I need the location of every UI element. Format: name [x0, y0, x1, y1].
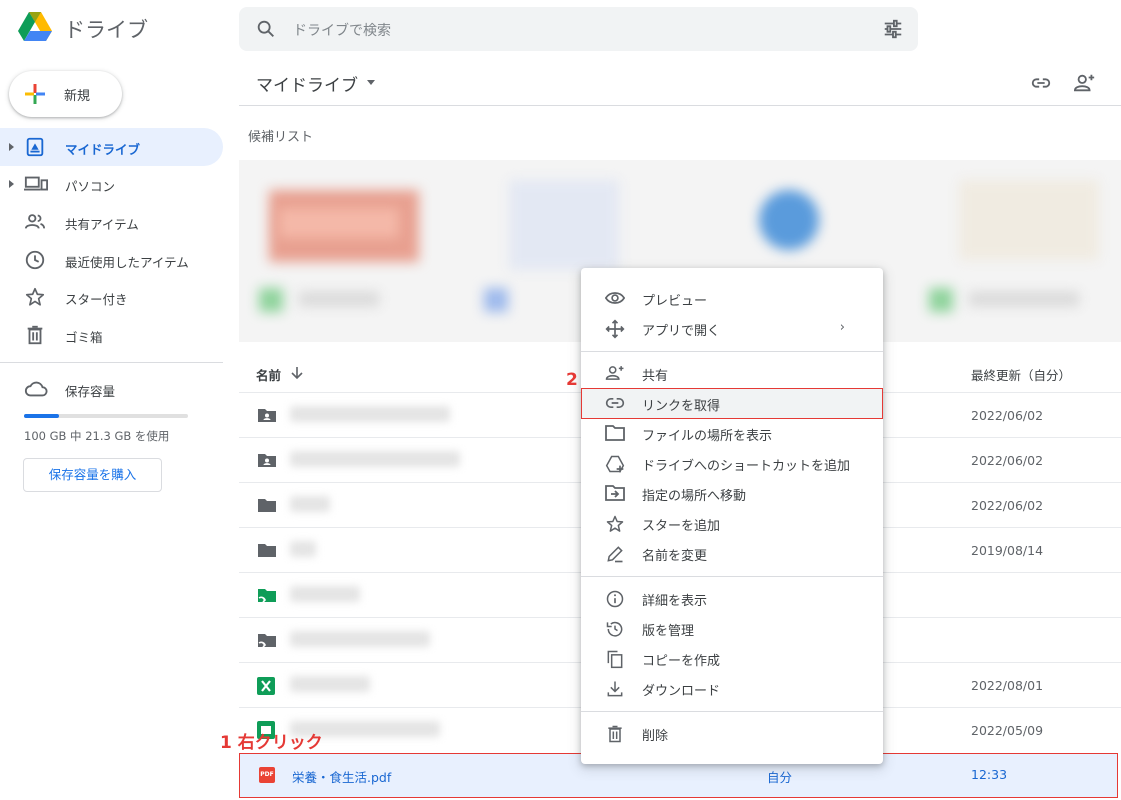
excel-icon — [257, 677, 275, 695]
folder-icon — [257, 496, 277, 514]
history-icon — [605, 619, 625, 639]
sidebar-item-label: スター付き — [65, 292, 128, 307]
suggested-title: 候補リスト — [248, 130, 314, 145]
menu-item-download[interactable]: ダウンロード — [581, 673, 883, 703]
main-divider — [239, 105, 1121, 106]
sidebar-item-computers[interactable]: パソコン — [0, 165, 223, 203]
search-icon[interactable] — [255, 18, 277, 40]
column-header-name[interactable]: 名前 — [256, 365, 281, 384]
column-header-modified[interactable]: 最終更新（自分） — [971, 365, 1071, 384]
move-arrows-icon — [605, 319, 625, 339]
search-bar[interactable]: ドライブで検索 — [239, 7, 918, 51]
menu-item-delete[interactable]: 削除 — [581, 718, 883, 748]
modified-date: 2019/08/14 — [971, 543, 1044, 558]
file-name-blurred[interactable] — [290, 541, 316, 557]
modified-date: 2022/06/02 — [971, 408, 1044, 423]
sidebar-item-shared[interactable]: 共有アイテム — [0, 203, 223, 241]
new-button[interactable]: 新規 — [9, 71, 122, 117]
shared-folder-icon — [257, 406, 277, 424]
modified-date: 2022/06/02 — [971, 453, 1044, 468]
person-add-icon — [605, 364, 625, 382]
menu-item-make-copy[interactable]: コピーを作成 — [581, 643, 883, 673]
menu-item-preview[interactable]: プレビュー — [581, 283, 883, 313]
search-input[interactable]: ドライブで検索 — [293, 20, 391, 40]
menu-divider — [581, 576, 883, 577]
plus-icon — [23, 82, 47, 106]
download-icon — [605, 679, 625, 699]
computers-icon — [24, 173, 48, 195]
star-icon — [24, 286, 46, 308]
drive-add-icon — [605, 454, 625, 474]
menu-item-move-to[interactable]: 指定の場所へ移動 — [581, 478, 883, 508]
sidebar-item-label: パソコン — [65, 179, 116, 194]
move-to-icon — [605, 484, 625, 502]
file-name-blurred[interactable] — [290, 676, 370, 692]
sidebar-item-storage[interactable]: 保存容量 — [0, 370, 223, 408]
clock-icon — [24, 249, 46, 271]
buy-storage-button[interactable]: 保存容量を購入 — [23, 458, 162, 492]
eye-icon — [605, 289, 625, 307]
modified-date: 2022/05/09 — [971, 723, 1044, 738]
menu-divider — [581, 711, 883, 712]
sidebar-item-label: 最近使用したアイテム — [65, 255, 189, 270]
storage-usage-text: 100 GB 中 21.3 GB を使用 — [24, 429, 170, 443]
annotation-step2: 2 — [566, 370, 578, 390]
cloud-icon — [24, 378, 48, 400]
expand-arrow-icon[interactable] — [9, 143, 14, 151]
drive-logo-icon[interactable] — [17, 11, 53, 43]
shortcut-folder-icon — [257, 631, 277, 651]
context-menu[interactable]: プレビュー アプリで開く › 共有 リンクを取得 ファイルの場所を表示 ドライブ… — [581, 268, 883, 764]
modified-date: 2022/08/01 — [971, 678, 1044, 693]
sidebar-item-label: 共有アイテム — [65, 217, 139, 232]
menu-item-show-location[interactable]: ファイルの場所を表示 — [581, 418, 883, 448]
get-link-icon[interactable] — [1030, 72, 1052, 94]
menu-item-add-shortcut[interactable]: ドライブへのショートカットを追加 — [581, 448, 883, 478]
menu-item-manage-versions[interactable]: 版を管理 — [581, 613, 883, 643]
storage-bar-fill — [24, 414, 59, 418]
file-name-blurred[interactable] — [290, 631, 430, 647]
file-name-blurred[interactable] — [290, 586, 360, 602]
sidebar-item-trash[interactable]: ゴミ箱 — [0, 316, 223, 354]
trash-icon — [605, 724, 625, 744]
my-drive-icon — [24, 136, 46, 158]
breadcrumb[interactable]: マイドライブ — [256, 71, 358, 96]
menu-item-open-with[interactable]: アプリで開く › — [581, 313, 883, 343]
copy-icon — [605, 649, 625, 669]
menu-item-add-star[interactable]: スターを追加 — [581, 508, 883, 538]
storage-label: 保存容量 — [65, 384, 116, 399]
menu-item-rename[interactable]: 名前を変更 — [581, 538, 883, 568]
info-icon — [605, 589, 625, 609]
chevron-right-icon: › — [839, 320, 845, 335]
trash-icon — [24, 324, 46, 346]
annotation-step1: 1 右クリック — [220, 733, 323, 753]
pencil-icon — [605, 544, 625, 564]
modified-date: 2022/06/02 — [971, 498, 1044, 513]
app-name: ドライブ — [64, 18, 148, 42]
people-icon — [24, 211, 46, 233]
breadcrumb-dropdown-icon[interactable] — [367, 80, 375, 85]
new-button-label: 新規 — [64, 89, 91, 104]
sidebar-divider — [0, 362, 223, 363]
share-person-add-icon[interactable] — [1073, 72, 1097, 94]
shortcut-folder-green-icon — [257, 586, 277, 606]
sort-arrow-down-icon[interactable] — [290, 366, 304, 380]
sidebar-item-my-drive[interactable]: マイドライブ — [0, 128, 223, 166]
search-options-icon[interactable] — [882, 18, 904, 40]
star-icon — [605, 514, 625, 534]
menu-divider — [581, 351, 883, 352]
menu-item-details[interactable]: 詳細を表示 — [581, 583, 883, 613]
folder-outline-icon — [605, 424, 625, 442]
sidebar-item-label: マイドライブ — [65, 142, 141, 157]
file-name-blurred[interactable] — [290, 496, 330, 512]
shared-folder-icon — [257, 451, 277, 469]
sidebar-item-recent[interactable]: 最近使用したアイテム — [0, 241, 223, 279]
sidebar-item-starred[interactable]: スター付き — [0, 278, 223, 316]
annotation-highlight-get-link — [581, 388, 883, 419]
file-name-blurred[interactable] — [290, 406, 450, 422]
sidebar-item-label: ゴミ箱 — [65, 330, 103, 345]
file-name-blurred[interactable] — [290, 451, 460, 467]
expand-arrow-icon[interactable] — [9, 180, 14, 188]
folder-icon — [257, 541, 277, 559]
menu-item-share[interactable]: 共有 — [581, 358, 883, 388]
